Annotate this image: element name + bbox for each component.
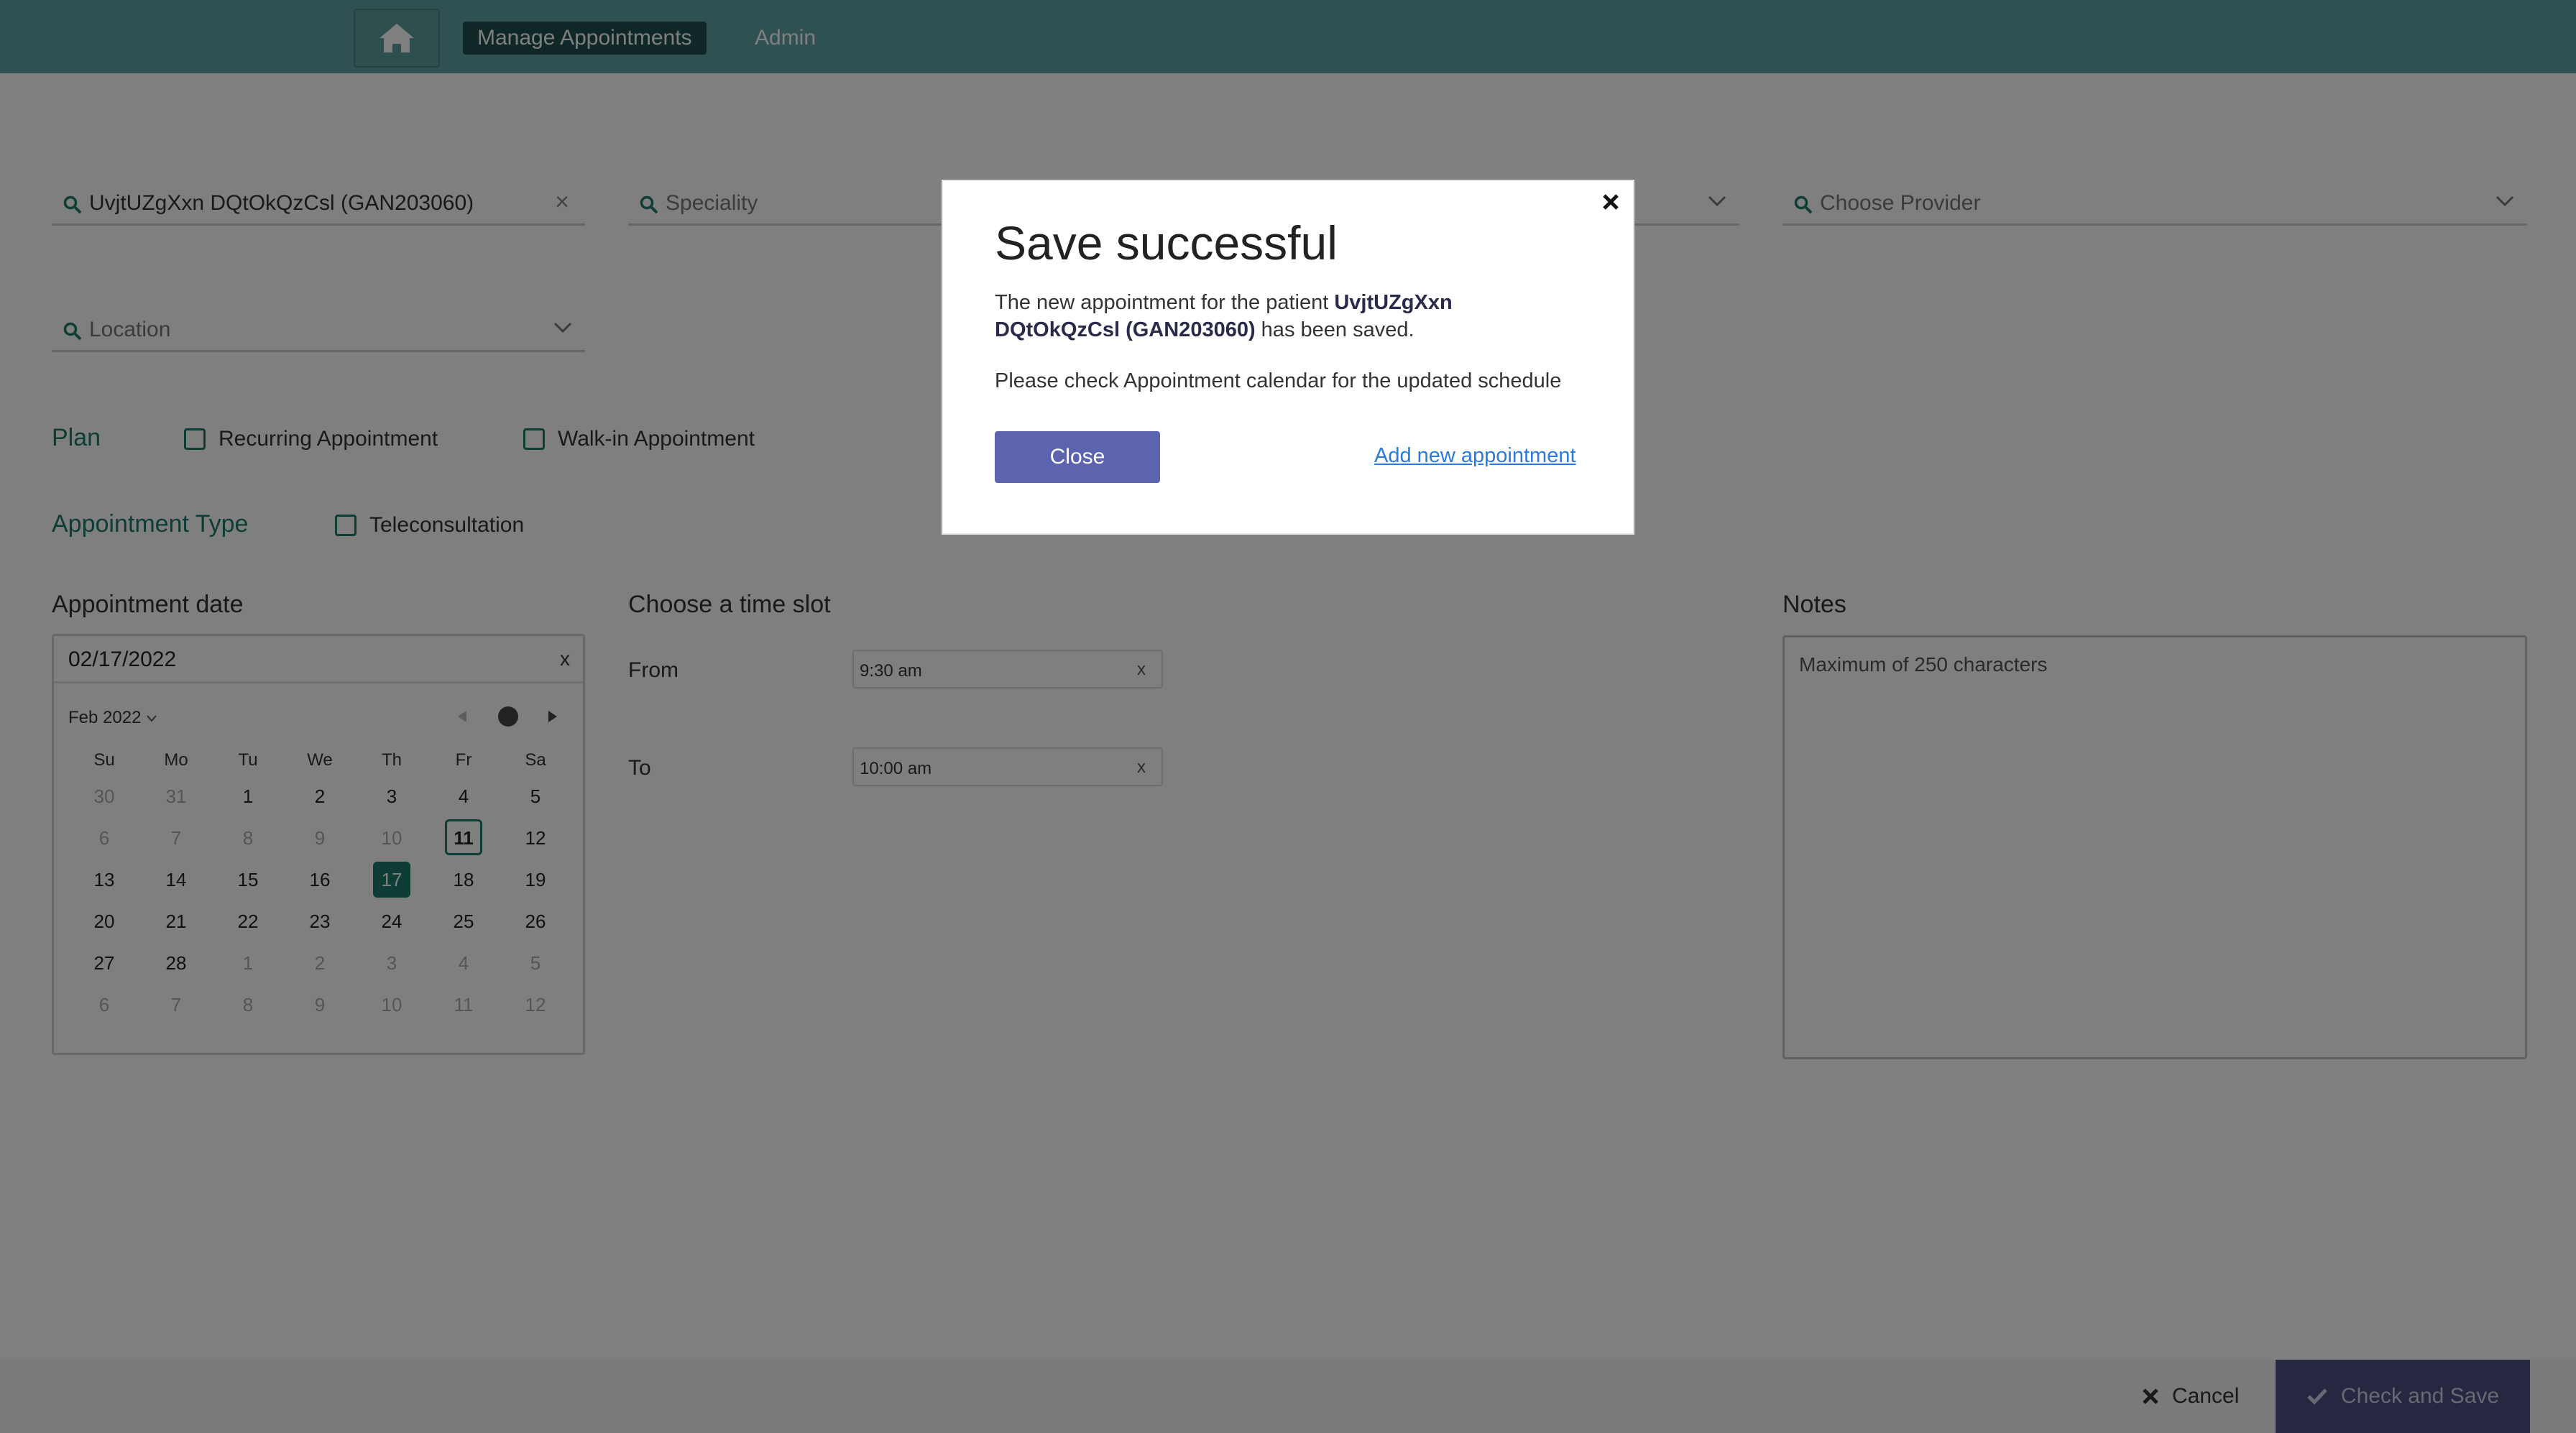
close-icon[interactable] bbox=[1601, 193, 1620, 211]
dialog-title: Save successful bbox=[995, 216, 1338, 269]
add-new-appointment-link[interactable]: Add new appointment bbox=[1374, 444, 1576, 468]
save-successful-dialog: Save successful The new appointment for … bbox=[942, 180, 1634, 535]
dialog-message: The new appointment for the patient Uvjt… bbox=[995, 291, 1453, 341]
close-button[interactable]: Close bbox=[995, 431, 1160, 483]
dialog-message-2: Please check Appointment calendar for th… bbox=[995, 369, 1562, 392]
